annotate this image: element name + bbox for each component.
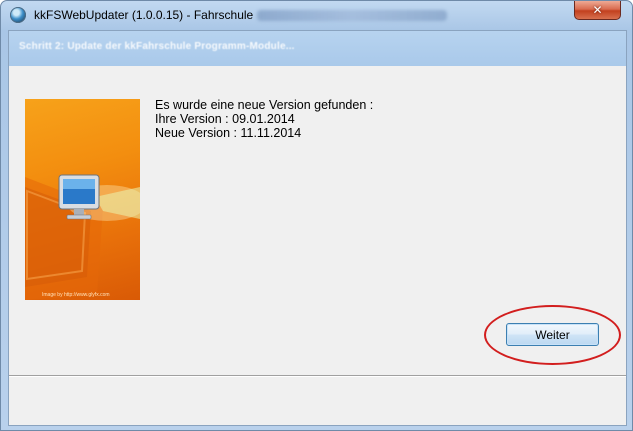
step-title: Schritt 2: Update der kkFahrschule Progr…: [19, 41, 295, 52]
footer-separator: [9, 375, 626, 377]
title-bar[interactable]: kkFSWebUpdater (1.0.0.15) - Fahrschule ✕: [1, 1, 632, 31]
close-icon: ✕: [592, 3, 603, 17]
close-button[interactable]: ✕: [574, 1, 621, 20]
monitor-icon: [25, 174, 140, 300]
version-info: Es wurde eine neue Version gefunden : Ih…: [155, 98, 373, 140]
monitor-illustration: Image by http://www.glyfx.com: [25, 99, 140, 300]
current-version-text: Ihre Version : 09.01.2014: [155, 112, 295, 126]
updater-window: kkFSWebUpdater (1.0.0.15) - Fahrschule ✕…: [0, 0, 633, 431]
next-button[interactable]: Weiter: [506, 323, 599, 346]
step-header: Schritt 2: Update der kkFahrschule Progr…: [9, 31, 626, 66]
window-title: kkFSWebUpdater (1.0.0.15) - Fahrschule: [34, 8, 254, 22]
image-credit: Image by http://www.glyfx.com: [42, 292, 110, 298]
new-version-text: Neue Version : 11.11.2014: [155, 126, 302, 140]
new-version-found-text: Es wurde eine neue Version gefunden :: [155, 98, 374, 112]
dialog-client-area: Schritt 2: Update der kkFahrschule Progr…: [9, 31, 626, 425]
blurred-title-text: [257, 10, 447, 21]
globe-app-icon: [10, 7, 26, 23]
